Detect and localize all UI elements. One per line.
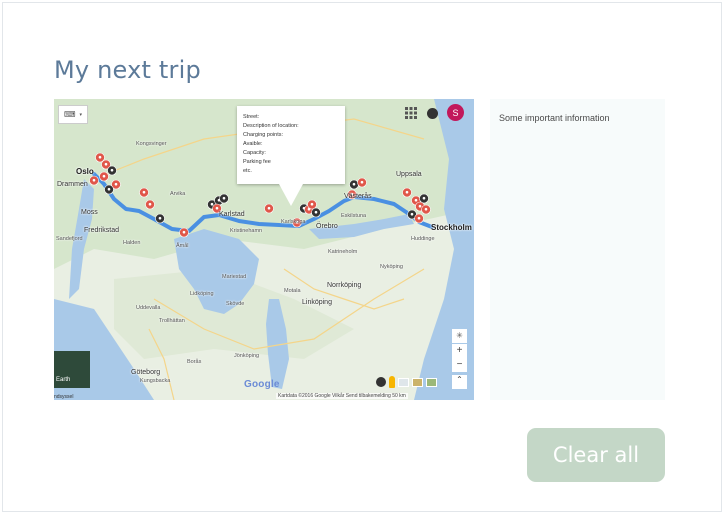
satellite-toggle[interactable]: Earth (54, 351, 90, 388)
route-marker[interactable] (357, 177, 367, 188)
route-marker[interactable] (402, 187, 412, 198)
popup-line-available: Avaible: (243, 141, 263, 147)
route-marker[interactable] (264, 203, 274, 214)
avatar-initial: S (452, 107, 459, 118)
city-uddevalla: Uddevalla (136, 305, 161, 311)
city-nykoping: Nyköping (380, 264, 403, 270)
city-stockholm: Stockholm (431, 223, 472, 232)
info-text: Some important information (499, 113, 610, 123)
layer-traffic-icon[interactable] (398, 377, 409, 387)
street-view-icon[interactable] (389, 376, 395, 388)
popup-line-charging: Charging points: (243, 132, 284, 138)
zoom-control: + − (452, 344, 467, 372)
popup-line-description: Description of location: (243, 123, 299, 129)
city-norrkoping: Norrköping (327, 282, 362, 289)
route-marker[interactable] (107, 165, 117, 176)
layer-satellite-icon[interactable] (426, 377, 437, 387)
route-marker[interactable] (311, 207, 321, 218)
location-info-popup: Street: Description of location: Chargin… (237, 106, 345, 184)
route-marker[interactable] (179, 227, 189, 238)
zoom-in-button[interactable]: + (452, 344, 467, 358)
expand-icon[interactable]: ⌃ (452, 375, 467, 389)
lightning-icon[interactable] (376, 377, 386, 387)
route-marker[interactable] (139, 187, 149, 198)
popup-line-street: Street: (243, 114, 260, 120)
route-marker[interactable] (414, 213, 424, 224)
city-vasteras: Västerås (344, 193, 372, 200)
route-marker[interactable] (419, 193, 429, 204)
clear-all-button[interactable]: Clear all (527, 428, 665, 482)
avatar[interactable]: S (447, 104, 464, 121)
city-skovde: Skövde (226, 301, 245, 307)
map-tools (376, 375, 437, 389)
city-uppsala: Uppsala (396, 171, 422, 178)
route-marker[interactable] (155, 213, 165, 224)
route-marker[interactable] (421, 204, 431, 215)
popup-pointer (279, 184, 303, 206)
route-marker[interactable] (145, 199, 155, 210)
city-halden: Halden (123, 240, 141, 246)
city-kongsvinger: Kongsvinger (136, 141, 167, 147)
notifications-icon[interactable] (427, 108, 438, 119)
map-footer-label: ndsyssel (54, 394, 74, 400)
city-sandefjord: Sandefjord (56, 236, 83, 242)
route-map[interactable]: Oslo Drammen Moss Fredrikstad Sandefjord… (54, 99, 474, 400)
city-mariestad: Mariestad (222, 274, 247, 280)
city-katrineholm: Katrineholm (328, 249, 358, 255)
popup-line-etc: etc. (243, 168, 252, 174)
city-lidkoping: Lidköping (190, 291, 214, 297)
route-marker[interactable] (349, 179, 359, 190)
route-marker[interactable] (104, 184, 114, 195)
city-amal: Åmål (176, 243, 189, 249)
city-karlskoga: Karlskoga (281, 219, 306, 225)
city-karlstad: Karlstad (219, 211, 245, 218)
route-marker[interactable] (99, 171, 109, 182)
popup-line-capacity: Capacity: (243, 150, 266, 156)
route-marker[interactable] (219, 193, 229, 204)
info-panel: Some important information (490, 99, 665, 400)
popup-line-parking: Parking fee (243, 159, 271, 165)
keyboard-icon: ⌨ (63, 110, 76, 119)
apps-grid-icon[interactable] (404, 106, 418, 120)
route-marker[interactable] (89, 175, 99, 186)
page-title: My next trip (54, 56, 201, 84)
city-trollhattan: Trollhättan (159, 318, 185, 324)
city-kristinehamn: Kristinehamn (230, 228, 263, 234)
chevron-down-icon: ▾ (79, 111, 83, 118)
city-jonkoping: Jönköping (234, 353, 260, 359)
city-moss: Moss (81, 209, 98, 216)
city-boras: Borås (187, 359, 202, 365)
compass-icon[interactable]: ✳ (452, 329, 467, 343)
layer-terrain-icon[interactable] (412, 377, 423, 387)
city-oslo: Oslo (76, 167, 94, 176)
route-marker[interactable] (307, 199, 317, 210)
map-attribution: Kartdata ©2016 Google Vilkår Send tilbak… (276, 393, 408, 399)
zoom-out-button[interactable]: − (452, 358, 467, 372)
google-logo: Google (244, 379, 280, 390)
city-orebro: Örebro (316, 223, 338, 230)
city-kungsbacka: Kungsbacka (140, 378, 171, 384)
city-fredrikstad: Fredrikstad (84, 227, 120, 234)
city-motala: Motala (284, 288, 301, 294)
city-drammen: Drammen (57, 181, 88, 188)
city-huddinge: Huddinge (411, 236, 435, 242)
city-goteborg: Göteborg (131, 369, 161, 376)
earth-label: Earth (56, 377, 71, 383)
city-linkoping: Linköping (302, 299, 332, 306)
city-eskilstuna: Eskilstuna (341, 213, 367, 219)
city-arvika: Arvika (170, 191, 186, 197)
keyboard-shortcuts-button[interactable]: ⌨ ▾ (58, 105, 88, 124)
